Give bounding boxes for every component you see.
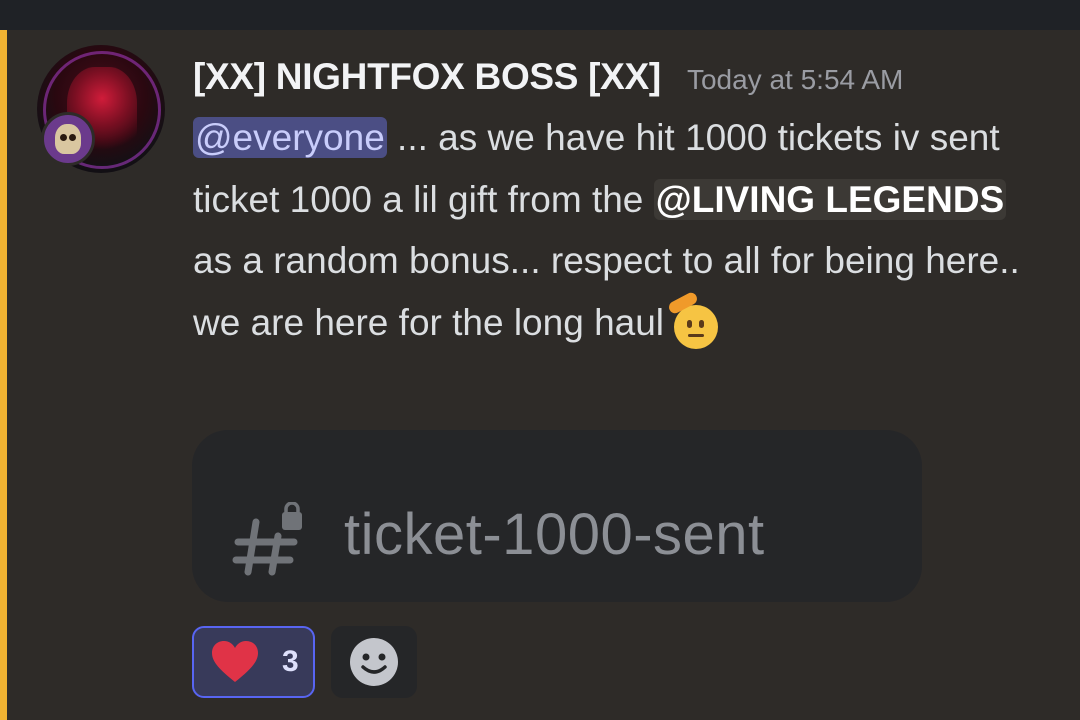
saluting-face-emoji[interactable]: [667, 290, 719, 349]
emoji-mouth: [688, 333, 705, 337]
mention-highlight-bar: [0, 30, 7, 720]
everyone-mention[interactable]: @everyone: [193, 117, 387, 158]
author-username[interactable]: [XX] NIGHTFOX BOSS [XX]: [193, 56, 661, 98]
emoji-eye-right: [699, 319, 705, 328]
message-timestamp[interactable]: Today at 5:54 AM: [687, 64, 903, 96]
top-bar: [0, 0, 1080, 30]
skull-shape: [55, 124, 81, 154]
reaction-count: 3: [282, 645, 299, 678]
heart-icon: [212, 641, 258, 682]
locked-channel-hash-icon: [232, 502, 302, 576]
message-content: @everyone ... as we have hit 1000 ticket…: [193, 107, 1053, 353]
emoji-eye-left: [687, 319, 693, 328]
message-text-part2: as a random bonus... respect to all for …: [193, 240, 1020, 343]
add-reaction-smile-icon: [350, 638, 398, 686]
channel-name[interactable]: ticket-1000-sent: [344, 501, 765, 568]
channel-link-embed[interactable]: ticket-1000-sent: [192, 430, 922, 602]
skull-badge-icon: [41, 112, 95, 166]
reactions-bar: 3: [192, 626, 417, 698]
chat-message[interactable]: [XX] NIGHTFOX BOSS [XX] Today at 5:54 AM…: [7, 30, 1080, 720]
message-header: [XX] NIGHTFOX BOSS [XX] Today at 5:54 AM: [193, 56, 903, 106]
heart-reaction-button[interactable]: 3: [192, 626, 315, 698]
add-reaction-button[interactable]: [331, 626, 417, 698]
role-mention[interactable]: @LIVING LEGENDS: [653, 178, 1007, 220]
salute-hand: [667, 290, 700, 316]
